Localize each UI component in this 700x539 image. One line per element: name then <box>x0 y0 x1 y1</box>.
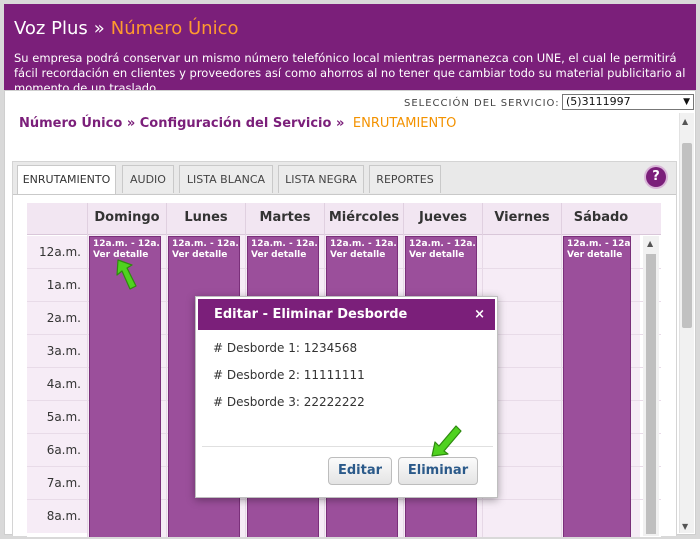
event-time: 12a.m. - 12a.m. <box>567 239 631 249</box>
tab-enrutamiento[interactable]: ENRUTAMIENTO <box>17 165 116 195</box>
title-separator: » <box>93 18 105 39</box>
page-scrollbar[interactable]: ▲ ▼ <box>679 113 694 533</box>
breadcrumb-item-numero-unico[interactable]: Número Único <box>19 116 122 131</box>
overflow-entry: # Desborde 3: 22222222 <box>213 395 365 409</box>
time-label: 12a.m. <box>27 236 87 269</box>
day-header-miercoles: Miércoles <box>324 203 403 235</box>
overflow-entry: # Desborde 2: 11111111 <box>213 368 365 382</box>
delete-button[interactable]: Eliminar <box>398 457 478 485</box>
view-detail-link[interactable]: Ver detalle <box>409 250 473 261</box>
edit-button[interactable]: Editar <box>328 457 392 485</box>
day-header-lunes: Lunes <box>166 203 245 235</box>
breadcrumb-separator: » <box>335 116 345 131</box>
time-label: 4a.m. <box>27 368 87 401</box>
tab-audio[interactable]: AUDIO <box>122 165 174 193</box>
event-time: 12a.m. - 12a.m. <box>172 239 239 249</box>
event-time: 12a.m. - 12a.m. <box>93 239 160 249</box>
green-pointer-arrow-icon <box>431 425 462 457</box>
service-selector-value: (5)3111997 <box>566 95 631 108</box>
event-time: 12a.m. - 12a.m. <box>251 239 318 249</box>
day-header-sabado: Sábado <box>561 203 640 235</box>
time-label: 6a.m. <box>27 434 87 467</box>
scrollbar-thumb[interactable] <box>682 143 692 328</box>
chevron-down-icon: ▼ <box>683 97 690 107</box>
scroll-up-icon[interactable]: ▲ <box>647 239 653 248</box>
close-icon[interactable]: × <box>474 299 485 330</box>
dialog-title: Editar - Eliminar Desborde × <box>198 299 495 330</box>
day-header-viernes: Viernes <box>482 203 561 235</box>
service-selector[interactable]: (5)3111997 ▼ <box>562 94 694 110</box>
event-time: 12a.m. - 12a.m. <box>330 239 397 249</box>
breadcrumb-separator: » <box>126 116 136 131</box>
breadcrumb-item-configuracion[interactable]: Configuración del Servicio <box>140 116 332 131</box>
tab-reportes[interactable]: REPORTES <box>369 165 441 193</box>
view-detail-link[interactable]: Ver detalle <box>330 250 394 261</box>
page-title: Voz Plus» Número Único <box>14 18 238 39</box>
time-label: 7a.m. <box>27 467 87 500</box>
time-label: 3a.m. <box>27 335 87 368</box>
product-name: Número Único <box>110 18 239 39</box>
time-label: 1a.m. <box>27 269 87 302</box>
time-label: 5a.m. <box>27 401 87 434</box>
tab-lista-negra[interactable]: LISTA NEGRA <box>278 165 364 193</box>
green-pointer-arrow-icon <box>116 259 137 290</box>
day-header-jueves: Jueves <box>403 203 482 235</box>
view-detail-link[interactable]: Ver detalle <box>567 250 627 261</box>
scrollbar-thumb[interactable] <box>646 254 656 534</box>
time-label: 2a.m. <box>27 302 87 335</box>
tab-lista-blanca[interactable]: LISTA BLANCA <box>179 165 273 193</box>
day-header-domingo: Domingo <box>87 203 166 235</box>
view-detail-link[interactable]: Ver detalle <box>172 250 236 261</box>
time-label: 8a.m. <box>27 500 87 533</box>
app-header: Voz Plus» Número Único Su empresa podrá c… <box>4 4 696 95</box>
scroll-down-icon[interactable]: ▼ <box>682 522 688 531</box>
event-sabado[interactable]: 12a.m. - 12a.m. Ver detalle <box>563 236 631 537</box>
view-detail-link[interactable]: Ver detalle <box>251 250 315 261</box>
day-header-martes: Martes <box>245 203 324 235</box>
brand-name: Voz Plus <box>14 18 88 39</box>
service-selector-label: SELECCIÓN DEL SERVICIO: <box>404 98 560 109</box>
calendar-scrollbar[interactable]: ▲ <box>643 236 659 536</box>
scroll-up-icon[interactable]: ▲ <box>682 117 688 126</box>
help-icon[interactable]: ? <box>646 167 666 187</box>
edit-delete-overflow-dialog: Editar - Eliminar Desborde × # Desborde … <box>195 296 498 498</box>
overflow-entry: # Desborde 1: 1234568 <box>213 341 358 355</box>
event-time: 12a.m. - 12a.m. <box>409 239 476 249</box>
dialog-title-text: Editar - Eliminar Desborde <box>214 307 408 322</box>
breadcrumb: Número Único » Configuración del Servici… <box>19 116 456 131</box>
breadcrumb-current: ENRUTAMIENTO <box>352 116 457 131</box>
calendar-header: Domingo Lunes Martes Miércoles Jueves Vi… <box>27 203 661 235</box>
